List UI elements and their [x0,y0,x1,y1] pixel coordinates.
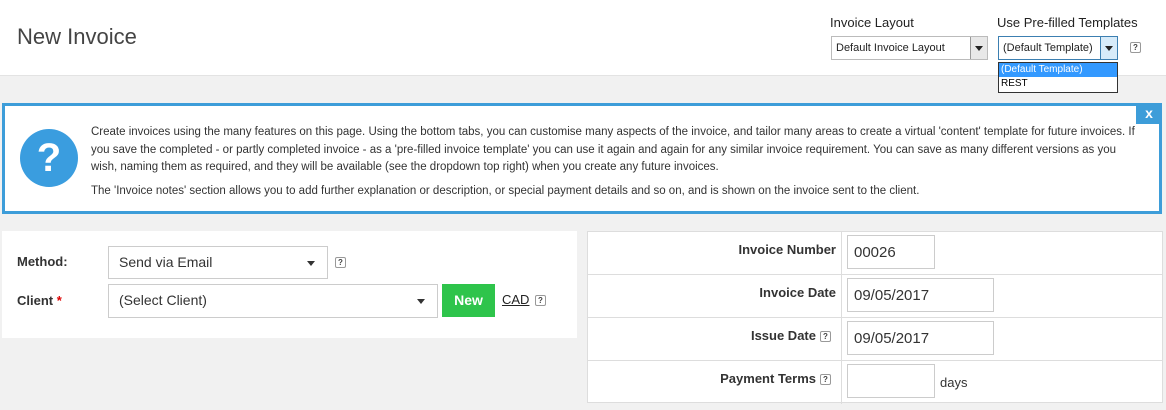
help-icon[interactable]: ? [820,374,831,385]
templates-value: (Default Template) [1003,42,1093,54]
invoice-number-row: Invoice Number 00026 [588,232,1162,275]
question-icon: ? [20,129,78,187]
info-paragraph: Create invoices using the many features … [91,126,1135,173]
method-value: Send via Email [119,254,213,270]
invoice-layout-select[interactable]: Default Invoice Layout [831,36,988,60]
currency-link[interactable]: CAD [502,292,529,307]
info-text: Create invoices using the many features … [91,124,1141,206]
templates-option[interactable]: (Default Template) [999,63,1117,77]
method-label: Method: [17,254,68,269]
required-marker: * [56,293,62,308]
info-paragraph: The 'Invoice notes' section allows you t… [91,184,920,197]
client-label: Client * [17,293,62,308]
page-title: New Invoice [17,24,137,49]
issue-date-label: Issue Date [750,328,816,343]
invoice-date-row: Invoice Date 09/05/2017 [588,275,1162,318]
days-label: days [940,375,968,390]
payment-terms-row: Payment Terms ? days [588,361,1162,404]
info-box: ? x Create invoices using the many featu… [2,103,1162,214]
new-client-button[interactable]: New [442,284,495,317]
issue-date-row: Issue Date ? 09/05/2017 [588,318,1162,361]
help-icon[interactable]: ? [535,295,546,306]
help-icon[interactable]: ? [335,257,346,268]
invoice-number-input[interactable]: 00026 [847,235,935,269]
templates-option[interactable]: REST [999,77,1117,91]
close-icon[interactable]: x [1136,103,1162,124]
invoice-date-input[interactable]: 09/05/2017 [847,278,994,312]
page-header: New Invoice Invoice Layout Default Invoi… [0,0,1166,76]
chevron-down-icon[interactable] [970,37,987,59]
chevron-down-icon[interactable] [1100,37,1117,59]
invoice-layout-label: Invoice Layout [830,15,914,30]
templates-label: Use Pre-filled Templates [997,15,1138,30]
chevron-down-icon [417,299,425,304]
method-select[interactable]: Send via Email [108,246,328,279]
method-client-panel: Method: Send via Email ? Client * (Selec… [2,231,577,338]
help-icon[interactable]: ? [1130,42,1141,53]
templates-select[interactable]: (Default Template) [998,36,1118,60]
help-icon[interactable]: ? [820,331,831,342]
templates-dropdown-list: (Default Template) REST [998,62,1118,93]
client-value: (Select Client) [119,292,207,308]
payment-terms-input[interactable] [847,364,935,398]
invoice-number-label: Invoice Number [738,242,836,257]
invoice-date-label: Invoice Date [759,285,836,300]
invoice-layout-value: Default Invoice Layout [836,42,945,54]
issue-date-input[interactable]: 09/05/2017 [847,321,994,355]
invoice-details-panel: Invoice Number 00026 Invoice Date 09/05/… [587,231,1163,404]
client-select[interactable]: (Select Client) [108,284,438,318]
payment-terms-label: Payment Terms [720,371,816,386]
chevron-down-icon [307,261,315,266]
